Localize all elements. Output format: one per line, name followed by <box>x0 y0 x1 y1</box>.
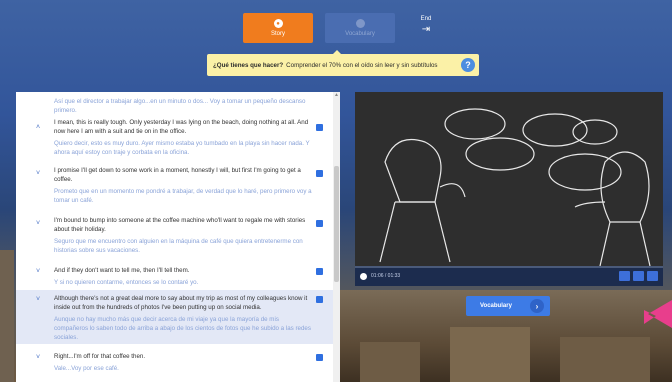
circle-icon <box>355 19 365 28</box>
transcript-entry[interactable]: ˄ I mean, this is really tough. Only yes… <box>16 118 333 157</box>
chalkboard-illustration <box>379 108 651 266</box>
entry-translation: Y si no quieren contarme, entonces se lo… <box>54 279 199 286</box>
chevron-down-icon[interactable]: ˅ <box>36 354 40 361</box>
circle-icon: ● <box>273 19 283 28</box>
entry-translation: Aunque no hay mucho más que decir acerca… <box>54 316 311 341</box>
scrollbar-thumb[interactable] <box>334 166 339 282</box>
player-controls: 01:06 / 01:33 <box>355 266 663 286</box>
entry-translation: Así que el director a trabajar algo...en… <box>54 98 306 114</box>
chevron-down-icon[interactable]: ˅ <box>36 220 40 227</box>
step-story[interactable]: ● Story <box>243 13 313 43</box>
bookmark-icon[interactable] <box>316 268 323 275</box>
vocabulary-label: Vocabulary <box>480 303 512 309</box>
entry-text: I mean, this is really tough. Only yeste… <box>54 119 309 135</box>
end-button[interactable]: End ⇥ <box>415 16 437 35</box>
step-nav: ● Story Vocabulary <box>243 13 395 43</box>
step-label: Vocabulary <box>345 31 375 37</box>
instruction-question: ¿Qué tienes que hacer? <box>213 61 284 69</box>
settings-icon[interactable] <box>647 271 658 281</box>
bookmark-icon[interactable] <box>316 354 323 361</box>
entry-text: And if they don't want to tell me, then … <box>54 267 190 274</box>
bookmark-icon[interactable] <box>316 124 323 131</box>
step-vocabulary[interactable]: Vocabulary <box>325 13 395 43</box>
transcript-entry[interactable]: ˅ Right...I'm off for that coffee then. … <box>16 352 333 373</box>
instruction-banner: ¿Qué tienes que hacer? Comprender el 70%… <box>207 50 479 76</box>
entry-text: I promise I'll get down to some work in … <box>54 167 301 183</box>
entry-text: Although there's not a great deal more t… <box>54 295 308 311</box>
vocabulary-button[interactable]: Vocabulary › <box>466 296 550 316</box>
play-icon[interactable] <box>360 273 367 280</box>
chevron-up-icon[interactable]: ˄ <box>36 124 40 131</box>
tower-background <box>0 250 14 382</box>
video-player[interactable] <box>355 92 663 286</box>
bookmark-icon[interactable] <box>316 296 323 303</box>
entry-translation: Prometo que en un momento me pondré a tr… <box>54 188 312 204</box>
progress-bar[interactable] <box>355 266 663 268</box>
step-label: Story <box>270 31 285 37</box>
entry-text: I'm bound to bump into someone at the co… <box>54 217 306 233</box>
question-icon[interactable]: ? <box>461 58 475 72</box>
transcript-entry[interactable]: Así que el director a trabajar algo...en… <box>16 94 333 115</box>
chevron-down-icon[interactable]: ˅ <box>36 268 40 275</box>
entry-text: Right...I'm off for that coffee then. <box>54 353 146 360</box>
entry-translation: Seguro que me encuentro con alguien en l… <box>54 238 303 254</box>
transcript-entry-active[interactable]: ˅ Although there's not a great deal more… <box>16 290 333 344</box>
transcript-entry[interactable]: ˅ And if they don't want to tell me, the… <box>16 266 333 287</box>
bookmark-icon[interactable] <box>316 220 323 227</box>
pink-arrow-icon <box>644 300 672 328</box>
camera-icon[interactable] <box>633 271 644 281</box>
entry-translation: Vale...Voy por ese café. <box>54 365 119 372</box>
chevron-down-icon[interactable]: ˅ <box>36 296 40 303</box>
player-time: 01:06 / 01:33 <box>371 273 401 279</box>
transcript-panel: Así que el director a trabajar algo...en… <box>16 92 340 382</box>
transcript-entry[interactable]: ˅ I'm bound to bump into someone at the … <box>16 216 333 255</box>
bookmark-icon[interactable] <box>316 170 323 177</box>
chevron-down-icon[interactable]: ˅ <box>36 170 40 177</box>
captions-icon[interactable] <box>619 271 630 281</box>
transcript-entry[interactable]: ˅ I promise I'll get down to some work i… <box>16 166 333 205</box>
entry-translation: Quiero decir, esto es muy duro. Ayer mis… <box>54 140 310 156</box>
end-label: End <box>420 16 432 22</box>
instruction-text: Comprender el 70% con el oído sin leer y… <box>286 61 438 69</box>
transcript-scrollbar[interactable]: ▲ <box>333 92 340 382</box>
scroll-up-icon[interactable]: ▲ <box>334 92 339 98</box>
exit-arrow-icon: ⇥ <box>421 24 431 35</box>
chevron-right-icon: › <box>530 299 544 313</box>
